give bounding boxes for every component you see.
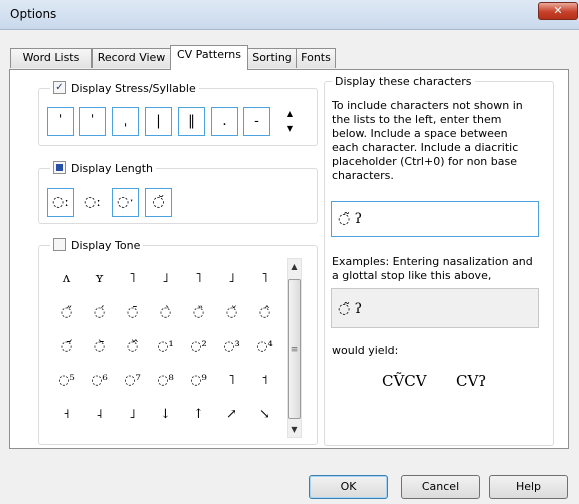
tone-label: Display Tone: [71, 239, 141, 252]
tone-symbol[interactable]: ◌⁵: [50, 368, 83, 394]
tone-symbol[interactable]: ↗: [215, 402, 248, 428]
yield-label: would yield:: [332, 344, 399, 357]
yield-example-2: CVʔ: [456, 372, 487, 390]
tone-symbol[interactable]: ◌²: [182, 334, 215, 360]
window-title: Options: [10, 7, 57, 21]
tone-symbol[interactable]: ˦: [248, 368, 281, 394]
tone-symbol[interactable]: ◌⁸: [149, 368, 182, 394]
length-checkbox[interactable]: [53, 161, 66, 174]
tone-symbol[interactable]: ◌⁷: [116, 368, 149, 394]
tone-scrollbar[interactable]: ▲ ≡ ▼: [287, 258, 302, 438]
tab-cv-patterns[interactable]: CV Patterns: [170, 45, 248, 70]
length-label: Display Length: [71, 162, 153, 175]
tone-symbol[interactable]: ˩: [215, 266, 248, 292]
help-button[interactable]: Help: [489, 475, 568, 499]
yield-example-1: CṼCV: [382, 372, 427, 390]
tone-legend: Display Tone: [50, 238, 144, 253]
tone-symbol[interactable]: ◌̏: [182, 300, 215, 326]
length-legend: Display Length: [50, 161, 156, 176]
instructions-text: To include characters not shown in the l…: [332, 99, 523, 182]
length-symbol[interactable]: ◌ˑ: [112, 188, 139, 217]
length-symbol[interactable]: ◌̆: [145, 188, 172, 217]
tone-symbol[interactable]: ˥: [182, 266, 215, 292]
tone-symbol[interactable]: ↓: [149, 402, 182, 428]
stress-symbol[interactable]: ‖: [178, 107, 205, 136]
stress-symbol[interactable]: -: [243, 107, 270, 136]
stress-symbol[interactable]: ˈ: [79, 107, 106, 136]
tone-symbol[interactable]: ʏ: [83, 266, 116, 292]
title-bar: [0, 0, 579, 30]
scroll-up-icon[interactable]: ▲: [288, 259, 301, 274]
examples-text: Examples: Entering nasalization and a gl…: [332, 255, 533, 282]
ok-button[interactable]: OK: [309, 475, 388, 499]
tone-symbol[interactable]: ◌¹: [149, 334, 182, 360]
length-symbol[interactable]: ◌ː: [79, 188, 106, 217]
tone-symbol[interactable]: ◌̌: [215, 300, 248, 326]
tone-symbol[interactable]: ˨: [83, 402, 116, 428]
scroll-thumb[interactable]: ≡: [288, 279, 301, 419]
stress-checkbox[interactable]: ✓: [53, 81, 66, 94]
cv-patterns-panel: ✓ Display Stress/Syllable ˈ ˈ ˌ | ‖ . - …: [9, 69, 569, 449]
custom-chars-input[interactable]: ◌̃ ʔ: [331, 201, 539, 237]
tone-symbol[interactable]: ˩: [149, 266, 182, 292]
tone-symbol[interactable]: ◌᷅: [83, 334, 116, 360]
tone-symbol[interactable]: ◌᷄: [50, 334, 83, 360]
tone-symbol[interactable]: ◌᷈: [116, 334, 149, 360]
tone-checkbox[interactable]: [53, 238, 66, 251]
stress-symbol[interactable]: ˈ: [47, 107, 74, 136]
tone-symbol[interactable]: ◌³: [215, 334, 248, 360]
tone-grid: ʌ ʏ ˥ ˩ ˥ ˩ ˥ ◌̋ ◌́ ◌̄ ◌̀ ◌̏ ◌̌ ◌̂ ◌᷄ ◌᷅…: [46, 266, 286, 442]
tone-symbol[interactable]: ↘: [248, 402, 281, 428]
tone-symbol[interactable]: ◌⁶: [83, 368, 116, 394]
length-symbol[interactable]: ◌ː: [47, 188, 74, 217]
tab-record-view[interactable]: Record View: [92, 48, 171, 68]
tab-fonts[interactable]: Fonts: [296, 48, 336, 68]
stress-scroll-up-icon[interactable]: ▲: [283, 107, 297, 121]
stress-symbol[interactable]: ˌ: [112, 107, 139, 136]
tone-symbol[interactable]: ◌⁹: [182, 368, 215, 394]
scroll-down-icon[interactable]: ▼: [288, 422, 301, 437]
stress-symbol[interactable]: |: [145, 107, 172, 136]
tone-symbol[interactable]: ˧: [50, 402, 83, 428]
cancel-button[interactable]: Cancel: [401, 475, 480, 499]
tone-symbol[interactable]: ◌⁴: [248, 334, 281, 360]
display-chars-legend: Display these characters: [332, 75, 475, 89]
tab-word-lists[interactable]: Word Lists: [10, 48, 92, 68]
tone-symbol[interactable]: ◌̂: [248, 300, 281, 326]
tone-symbol[interactable]: ʌ: [50, 266, 83, 292]
tone-symbol[interactable]: ˥: [116, 266, 149, 292]
close-button[interactable]: ✕: [538, 2, 578, 20]
tone-symbol[interactable]: ◌̀: [149, 300, 182, 326]
tone-symbol[interactable]: ˩: [116, 402, 149, 428]
stress-label: Display Stress/Syllable: [71, 82, 196, 95]
example-display-box: ◌̃ ʔ: [331, 288, 539, 328]
tab-sorting[interactable]: Sorting: [247, 48, 297, 68]
tone-symbol[interactable]: ˥: [248, 266, 281, 292]
tone-symbol[interactable]: ˥: [215, 368, 248, 394]
tone-symbol[interactable]: ◌́: [83, 300, 116, 326]
stress-scroll-down-icon[interactable]: ▼: [283, 122, 297, 136]
tone-symbol[interactable]: ↑: [182, 402, 215, 428]
tone-symbol[interactable]: ◌̋: [50, 300, 83, 326]
stress-symbol[interactable]: .: [211, 107, 238, 136]
stress-legend: ✓ Display Stress/Syllable: [50, 81, 199, 96]
tone-symbol[interactable]: ◌̄: [116, 300, 149, 326]
